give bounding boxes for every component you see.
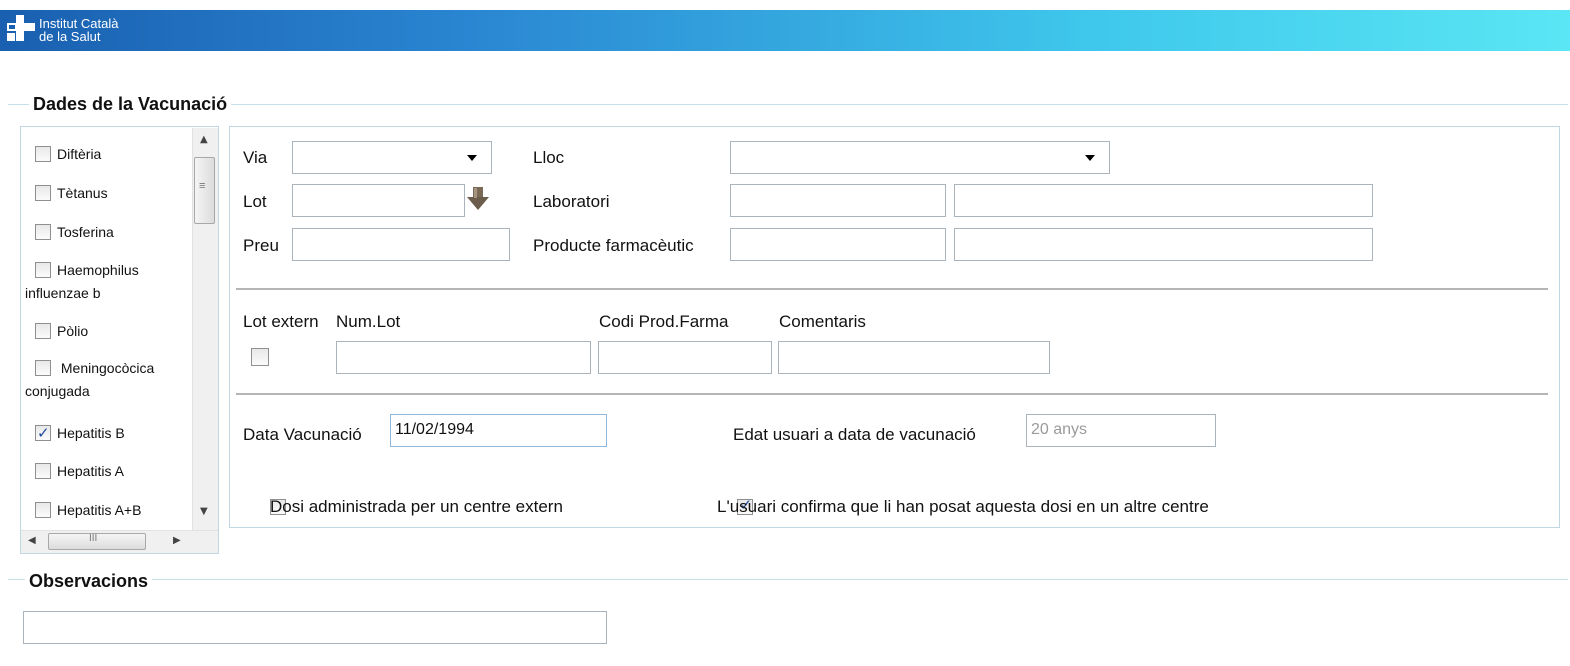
codi-prod-label: Codi Prod.Farma [599,312,729,331]
scroll-up-icon[interactable]: ▲ [200,134,208,145]
lloc-select[interactable] [730,141,1110,174]
vaccine-item[interactable]: Meningocòcica conjugada [25,357,195,403]
data-vacunacio-input[interactable]: 11/02/1994 [390,414,607,447]
grip-icon: III [89,533,98,544]
preu-label: Preu [243,236,279,255]
vaccine-checkbox[interactable] [35,146,51,162]
section-title-vaccination: Dades de la Vacunació [29,94,232,115]
vaccine-item[interactable]: Hepatitis A [25,460,195,483]
grip-icon: ≡ [199,180,206,192]
producte-name-input[interactable] [954,228,1373,261]
vaccine-item[interactable]: Diftèria [25,143,195,166]
org-name-line2: de la Salut [39,29,101,44]
via-label: Via [243,148,268,167]
vaccine-label: influenzae b [25,285,101,301]
chevron-down-icon [1085,155,1095,161]
vaccine-label: Diftèria [57,146,102,162]
lot-extern-checkbox[interactable] [251,348,269,366]
section-divider [8,579,1568,580]
vaccine-item[interactable]: Hepatitis A+B [25,499,195,522]
scroll-left-icon[interactable]: ◀ [28,535,36,546]
codi-prod-input[interactable] [598,341,772,374]
scroll-right-icon[interactable]: ▶ [173,535,181,546]
lot-input[interactable] [292,184,465,217]
usuari-confirma-label: L'usuari confirma que li han posat aques… [717,497,1209,516]
divider [236,288,1548,290]
arrow-down-icon[interactable] [466,186,490,212]
divider [236,393,1548,395]
laboratori-label: Laboratori [533,192,610,211]
app-header [0,10,1570,51]
lloc-label: Lloc [533,148,565,167]
data-vacunacio-label: Data Vacunació [243,425,362,444]
laboratori-code-input[interactable] [730,184,946,217]
dosi-centre-extern-label: Dosi administrada per un centre extern [270,497,563,516]
vaccine-item[interactable]: Tosferina [25,221,195,244]
vaccine-label: conjugada [25,383,90,399]
vaccine-checkbox[interactable] [35,323,51,339]
vaccine-label: Pòlio [57,323,89,339]
vaccine-label: Hepatitis A [57,463,124,479]
vaccine-checkbox[interactable] [35,463,51,479]
vaccine-checkbox[interactable] [35,262,51,278]
via-select[interactable] [292,141,492,174]
vaccine-item[interactable]: Haemophilus influenzae b [25,259,195,305]
vaccine-item[interactable]: Tètanus [25,182,195,205]
edat-input: 20 anys [1026,414,1216,447]
vaccine-label: Hepatitis B [57,425,125,441]
vaccine-checkbox[interactable] [35,360,51,376]
laboratori-name-input[interactable] [954,184,1373,217]
preu-input[interactable] [292,228,510,261]
lot-extern-label: Lot extern [243,312,319,331]
vaccine-label: Meningocòcica [57,360,155,376]
vaccine-label: Haemophilus [57,262,139,278]
vaccine-item[interactable]: Pòlio [25,320,195,343]
catsalut-logo-icon [7,15,35,41]
vaccine-checkbox[interactable] [35,422,51,445]
section-divider [8,104,1568,105]
vaccine-label: Tètanus [57,185,108,201]
edat-label: Edat usuari a data de vacunació [733,425,976,444]
observations-input[interactable] [23,611,607,644]
vaccine-checkbox[interactable] [35,502,51,518]
vaccine-item[interactable]: Hepatitis B [25,422,195,445]
producte-code-input[interactable] [730,228,946,261]
num-lot-input[interactable] [336,341,591,374]
vaccine-label: Hepatitis A+B [57,502,142,518]
vaccine-label: Tosferina [57,224,114,240]
chevron-down-icon [467,155,477,161]
section-title-observations: Observacions [25,571,153,592]
comentaris-label: Comentaris [779,312,866,331]
scroll-down-icon[interactable]: ▼ [200,506,208,517]
lot-label: Lot [243,192,267,211]
comentaris-input[interactable] [778,341,1050,374]
vaccine-checkbox[interactable] [35,185,51,201]
vaccine-checkbox[interactable] [35,224,51,240]
producte-label: Producte farmacèutic [533,236,694,255]
num-lot-label: Num.Lot [336,312,401,331]
